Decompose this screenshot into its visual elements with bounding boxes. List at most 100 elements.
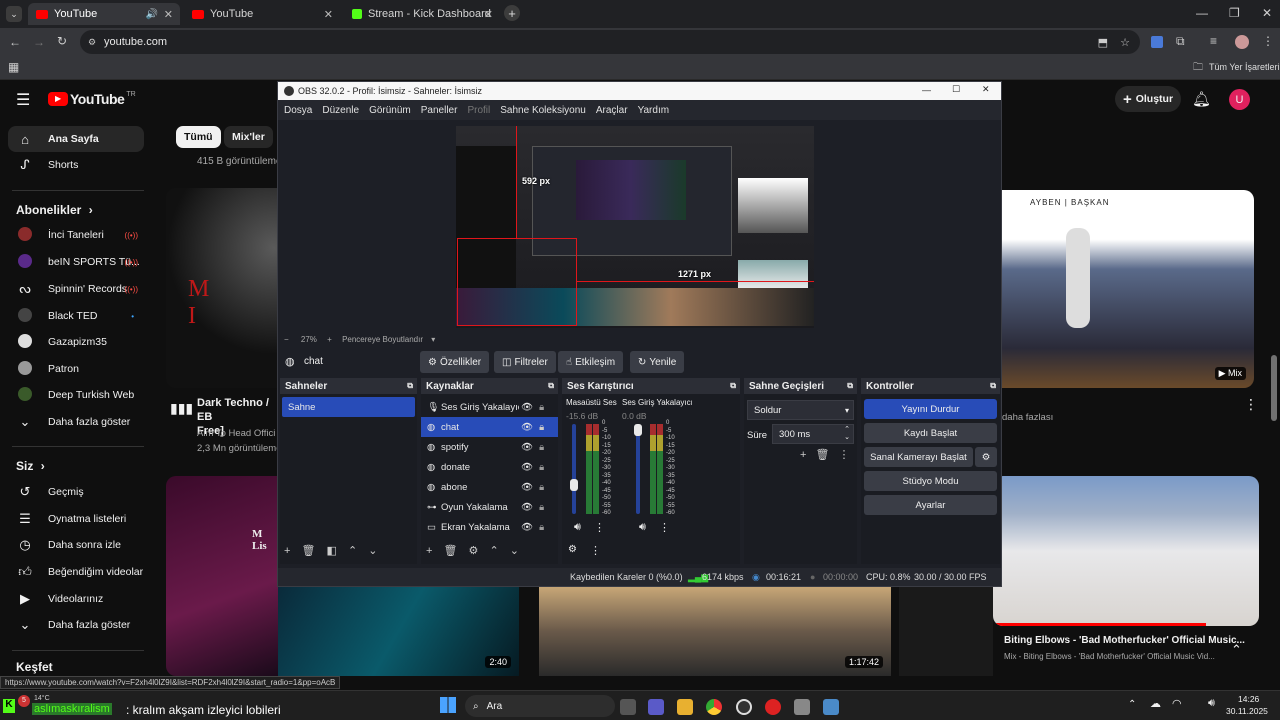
sidebar-item-sub[interactable]: ᔓ Spinnin' Records ((•)) (8, 276, 144, 302)
video-channel[interactable]: Aim To Head Offici (197, 428, 275, 439)
reading-list-icon[interactable]: ≡ (1210, 34, 1217, 48)
sidebar-item-watch-later[interactable]: ◷ Daha sonra izle (8, 532, 144, 558)
menu-docks[interactable]: Paneller (421, 105, 458, 116)
sidebar-show-more[interactable]: ⌄ Daha fazla göster (8, 409, 144, 435)
new-tab-button[interactable]: + (504, 5, 520, 21)
mute-speaker-icon[interactable]: 🔊︎ (639, 521, 646, 534)
source-item[interactable]: ◍ spotify 👁︎ 🔒︎ (421, 437, 558, 457)
obs-minimize-icon[interactable]: — (922, 85, 931, 95)
lock-icon[interactable]: 🔒︎ (539, 442, 544, 453)
profile-avatar-icon[interactable] (1235, 35, 1249, 49)
sidebar-item-your-videos[interactable]: ▶ Videolarınız (8, 586, 144, 612)
volume-fader-handle[interactable] (634, 424, 642, 436)
more-icon[interactable]: ⋮ (839, 449, 850, 461)
visibility-eye-icon[interactable]: 👁︎ (521, 402, 533, 413)
zoom-out-icon[interactable]: − (284, 335, 289, 344)
video-thumbnail-guitar[interactable]: 2:40 (278, 586, 519, 676)
dock-float-icon[interactable]: ⧉ (548, 381, 554, 391)
chip-mixes[interactable]: Mix'ler (224, 126, 273, 148)
lock-icon[interactable]: 🔒︎ (539, 502, 544, 513)
video-thumbnail-vinyl[interactable] (899, 586, 993, 676)
hamburger-menu-icon[interactable]: ☰ (16, 90, 30, 110)
dropdown-chevron-icon[interactable]: ▾ (431, 335, 435, 344)
obs-icon[interactable] (736, 699, 752, 715)
obs-preview[interactable]: 592 px 1271 px (456, 126, 814, 328)
tray-volume-icon[interactable]: 🔊︎ (1208, 697, 1215, 710)
video-thumbnail-mlis[interactable]: M Lis (166, 476, 278, 676)
clock-date[interactable]: 30.11.2025 (1226, 706, 1268, 716)
extensions-puzzle-icon[interactable]: ⧉ (1176, 34, 1185, 49)
dock-float-icon[interactable]: ⧉ (990, 381, 996, 391)
filters-icon[interactable]: ◧ (327, 545, 337, 557)
add-icon[interactable]: + (284, 545, 290, 557)
back-icon[interactable]: ← (9, 35, 21, 49)
obs-close-icon[interactable]: ✕ (982, 84, 990, 95)
tab-search-icon[interactable]: ⌄ (6, 6, 22, 22)
menu-file[interactable]: Dosya (284, 105, 312, 116)
menu-edit[interactable]: Düzenle (322, 105, 359, 116)
dock-float-icon[interactable]: ⧉ (847, 381, 853, 391)
chrome-icon[interactable] (706, 699, 722, 715)
kick-app-icon[interactable]: K (3, 699, 15, 713)
sidebar-show-more-2[interactable]: ⌄ Daha fazla göster (8, 612, 144, 638)
tray-cloud-icon[interactable]: ☁ (1150, 697, 1161, 710)
install-icon[interactable]: ⬒ (1098, 36, 1108, 49)
sidebar-item-sub[interactable]: İnci Taneleri ((•)) (8, 222, 144, 248)
video-thumbnail-biting[interactable] (993, 476, 1259, 626)
audio-icon[interactable]: 🔊 (146, 9, 158, 20)
source-item[interactable]: ◍ abone 👁︎ 🔒︎ (421, 477, 558, 497)
video-title-biting[interactable]: Biting Elbows - 'Bad Motherfucker' Offic… (1004, 635, 1245, 646)
sidebar-item-history[interactable]: ↺ Geçmiş (8, 479, 144, 505)
close-window-icon[interactable]: ✕ (1262, 6, 1272, 20)
bookmark-star-icon[interactable]: ☆ (1120, 36, 1130, 49)
visibility-eye-icon[interactable]: 👁︎ (521, 502, 533, 513)
maximize-window-icon[interactable]: ❐ (1229, 6, 1240, 20)
stop-streaming-button[interactable]: Yayını Durdur (864, 399, 997, 419)
tab-youtube-1[interactable]: YouTube 🔊 ✕ (28, 3, 180, 25)
collapse-chevron-icon[interactable]: ⌃ (1231, 642, 1242, 658)
lock-icon[interactable]: 🔒︎ (539, 422, 544, 433)
forward-icon[interactable]: → (33, 35, 45, 49)
clock-time[interactable]: 14:26 (1238, 694, 1259, 704)
sidebar-item-sub[interactable]: Gazapizm35 (8, 329, 144, 355)
red-app-icon[interactable] (765, 699, 781, 715)
channel-menu-icon[interactable]: ⋮ (594, 521, 605, 534)
chip-all[interactable]: Tümü (176, 126, 221, 148)
studio-mode-button[interactable]: Stüdyo Modu (864, 471, 997, 491)
visibility-eye-icon[interactable]: 👁︎ (521, 462, 533, 473)
weather-icon[interactable]: 5 (18, 695, 30, 707)
scene-item[interactable]: Sahne (282, 397, 415, 417)
dock-float-icon[interactable]: ⧉ (730, 381, 736, 391)
selection-box[interactable] (457, 238, 577, 326)
visibility-eye-icon[interactable]: 👁︎ (521, 442, 533, 453)
tab-kick[interactable]: Stream - Kick Dashboard ✕ (344, 3, 500, 25)
apps-grid-icon[interactable]: ▦ (8, 60, 19, 74)
start-recording-button[interactable]: Kaydı Başlat (864, 423, 997, 443)
add-icon[interactable]: + (426, 545, 432, 557)
settings-button[interactable]: Ayarlar (864, 495, 997, 515)
account-avatar[interactable]: U (1229, 89, 1250, 110)
move-up-icon[interactable]: ⌃ (348, 545, 357, 557)
obs-maximize-icon[interactable]: ☐ (952, 84, 960, 95)
site-info-icon[interactable]: ⚙ (88, 37, 96, 48)
virtual-camera-settings-button[interactable]: ⚙ (975, 447, 997, 467)
sidebar-item-sub[interactable]: beIN SPORTS Tü... ((•)) (8, 249, 144, 275)
interact-button[interactable]: ☝ Etkileşim (558, 351, 624, 373)
scrollbar[interactable] (1271, 355, 1277, 421)
reload-icon[interactable]: ↻ (57, 34, 67, 48)
visibility-eye-icon[interactable]: 👁︎ (521, 422, 533, 433)
lock-icon[interactable]: 🔒︎ (539, 402, 544, 413)
volume-fader-handle[interactable] (570, 478, 578, 491)
video-thumbnail-ayben[interactable]: AYBEN | BAŞKAN ▶ Mix (1002, 190, 1254, 388)
sidebar-item-sub[interactable]: Patron (8, 356, 144, 382)
close-tab-icon[interactable]: ✕ (164, 8, 173, 21)
trash-icon[interactable]: 🗑︎ (302, 545, 316, 557)
sidebar-item-sub[interactable]: Deep Turkish Web (8, 382, 144, 408)
sidebar-item-shorts[interactable]: ᔑ Shorts (8, 152, 144, 178)
notifications-bell-icon[interactable]: 🔔︎ (1192, 90, 1211, 108)
file-explorer-icon[interactable] (677, 699, 693, 715)
omnibox[interactable]: ⚙ youtube.com ⬒ ☆ (80, 30, 1140, 54)
menu-help[interactable]: Yardım (638, 105, 670, 116)
close-tab-icon[interactable]: ✕ (484, 8, 493, 21)
teams-icon[interactable] (648, 699, 664, 715)
